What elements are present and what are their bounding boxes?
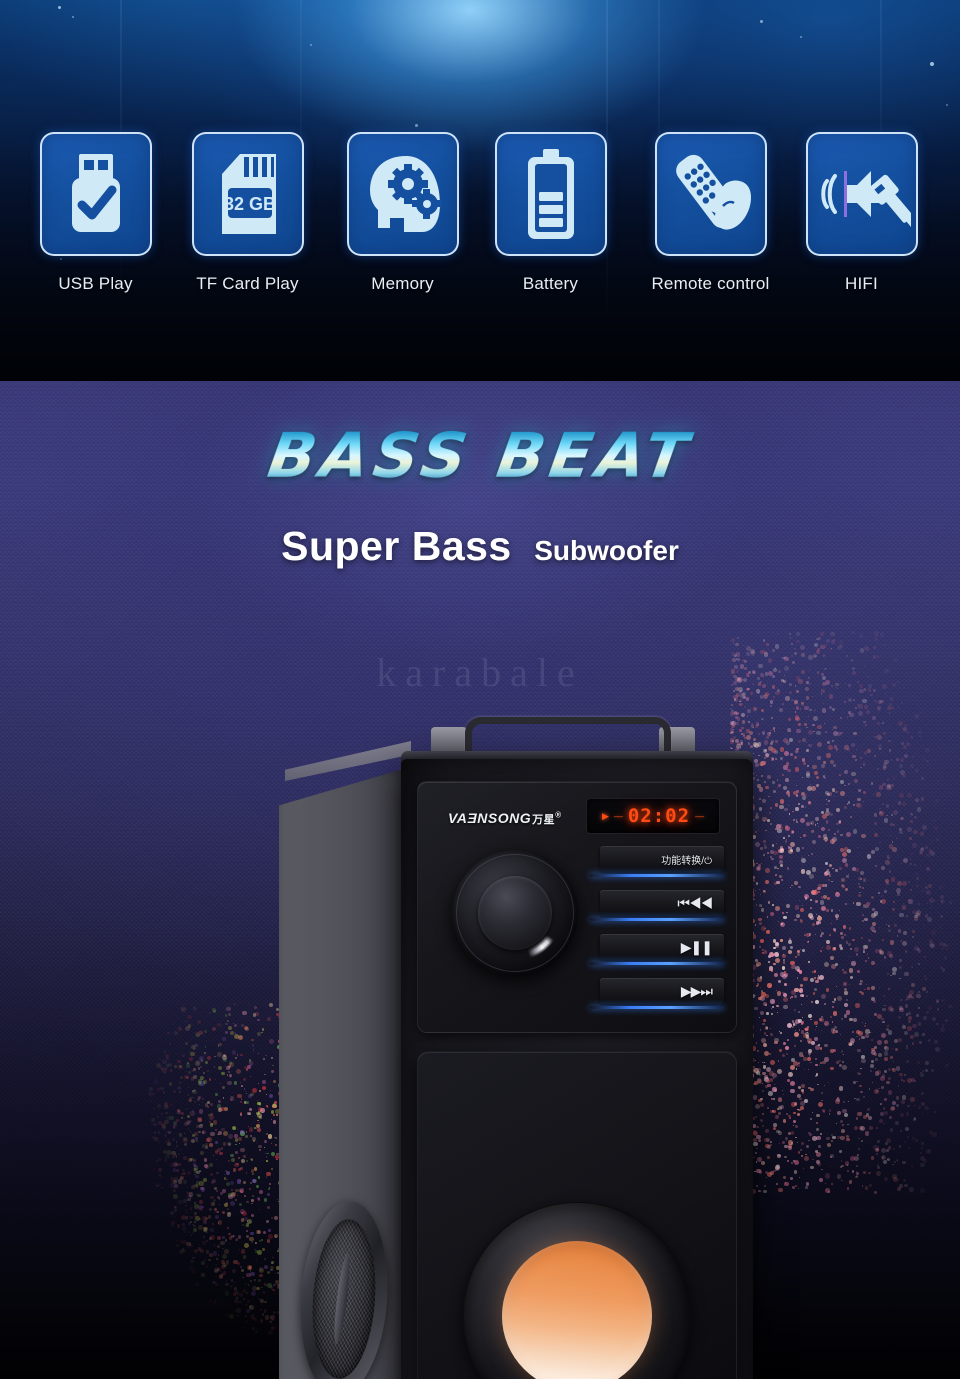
- remote-hand-icon-tile: [654, 132, 767, 256]
- speaker-front-cabinet: VAƎNSONG万星® ▶ — 02:02 — 功能转换/⏻ ⏮◀◀ ▶❚❚ ▶…: [401, 759, 753, 1379]
- control-row-power[interactable]: 功能转换/⏻: [590, 846, 724, 877]
- brand-cn-text: 万星: [532, 814, 556, 826]
- play-pause-button[interactable]: ▶❚❚: [600, 934, 724, 960]
- remote-hand-icon: [675, 154, 751, 230]
- carry-handle[interactable]: [465, 717, 671, 751]
- feature-item-usb-play[interactable]: USB Play: [18, 132, 173, 293]
- woofer-chamber: [417, 1051, 737, 1379]
- sd-card-capacity-text: 32 GB: [223, 194, 275, 214]
- feature-label-remote-control: Remote control: [651, 274, 770, 293]
- page-title: BASS BEAT: [262, 419, 698, 492]
- control-row-next[interactable]: ▶▶⏭: [590, 978, 724, 1009]
- subtitle-secondary: Subwoofer: [534, 535, 679, 566]
- subtitle-container: Super Bass Subwoofer: [0, 523, 960, 570]
- feature-label-tf-card-play: TF Card Play: [196, 274, 299, 293]
- sd-card-icon-tile: 32 GB: [191, 132, 304, 256]
- feature-item-battery[interactable]: Battery: [473, 132, 628, 293]
- feature-item-hifi[interactable]: HIFI: [784, 132, 939, 293]
- brain-gears-icon-tile: [346, 132, 459, 256]
- speaker-product-image: VAƎNSONG万星® ▶ — 02:02 — 功能转换/⏻ ⏮◀◀ ▶❚❚ ▶…: [279, 711, 761, 1379]
- control-row-play-pause[interactable]: ▶❚❚: [590, 934, 724, 965]
- headline-container: BASS BEAT: [0, 419, 960, 492]
- volume-knob[interactable]: [452, 850, 578, 976]
- brand-trademark-symbol: ®: [555, 810, 562, 820]
- play-pause-button-label: ▶❚❚: [680, 938, 713, 955]
- next-button-label: ▶▶⏭: [680, 982, 713, 999]
- led-time-value: 02:02: [627, 805, 691, 827]
- watermark-text: karabale: [376, 650, 584, 695]
- next-button[interactable]: ▶▶⏭: [600, 978, 724, 1004]
- control-row-previous[interactable]: ⏮◀◀: [590, 890, 724, 921]
- feature-tile-list: USB Play 32 GB TF Card Play Memory Batte…: [0, 0, 960, 381]
- control-panel: VAƎNSONG万星® ▶ — 02:02 — 功能转换/⏻ ⏮◀◀ ▶❚❚ ▶…: [417, 781, 737, 1033]
- product-marketing-page: USB Play 32 GB TF Card Play Memory Batte…: [0, 0, 960, 1379]
- usb-check-icon-tile: [39, 132, 152, 256]
- button-glow-line-4: [590, 1006, 724, 1009]
- feature-label-usb-play: USB Play: [58, 274, 133, 293]
- brand-logo: VAƎNSONG万星®: [448, 810, 562, 827]
- brain-gears-icon: [369, 156, 442, 232]
- feature-item-remote-control[interactable]: Remote control: [633, 132, 788, 293]
- feature-label-hifi: HIFI: [845, 274, 878, 293]
- knob-inner-cap[interactable]: [478, 876, 552, 950]
- led-display: ▶ — 02:02 —: [586, 798, 720, 834]
- led-left-dash: —: [613, 811, 623, 821]
- brand-name-text: VAƎNSONG: [448, 810, 532, 826]
- button-glow-line-1: [590, 874, 724, 877]
- usb-check-icon: [71, 154, 120, 232]
- battery-icon: [527, 149, 574, 239]
- feature-icons-band: USB Play 32 GB TF Card Play Memory Batte…: [0, 0, 960, 381]
- previous-button[interactable]: ⏮◀◀: [600, 890, 724, 916]
- subtitle-primary: Super Bass: [281, 523, 512, 569]
- product-hero-section: BASS BEAT Super Bass Subwoofer karabale: [0, 381, 960, 1379]
- button-glow-line-2: [590, 918, 724, 921]
- power-function-button[interactable]: 功能转换/⏻: [600, 846, 724, 872]
- control-button-strip: 功能转换/⏻ ⏮◀◀ ▶❚❚ ▶▶⏭: [590, 846, 724, 1016]
- feature-item-tf-card-play[interactable]: 32 GB TF Card Play: [170, 132, 325, 293]
- feature-label-memory: Memory: [371, 274, 434, 293]
- tweeter-mesh-grille: [307, 1217, 381, 1379]
- hifi-usb-icon-tile: [805, 132, 918, 256]
- woofer-surround: [463, 1202, 691, 1379]
- power-function-button-label: 功能转换/⏻: [661, 855, 712, 867]
- battery-icon-tile: [494, 132, 607, 256]
- tweeter-dome: [330, 1252, 353, 1346]
- woofer-cone: [502, 1241, 652, 1379]
- feature-item-memory[interactable]: Memory: [325, 132, 480, 293]
- led-play-indicator: ▶: [601, 810, 609, 821]
- sd-card-icon: 32 GB: [221, 154, 276, 234]
- feature-label-battery: Battery: [522, 274, 579, 293]
- led-right-dash: —: [695, 811, 705, 821]
- handle-mount-left: [431, 727, 467, 753]
- button-glow-line-3: [590, 962, 724, 965]
- previous-button-label: ⏮◀◀: [677, 894, 713, 911]
- hifi-usb-icon: [820, 171, 911, 230]
